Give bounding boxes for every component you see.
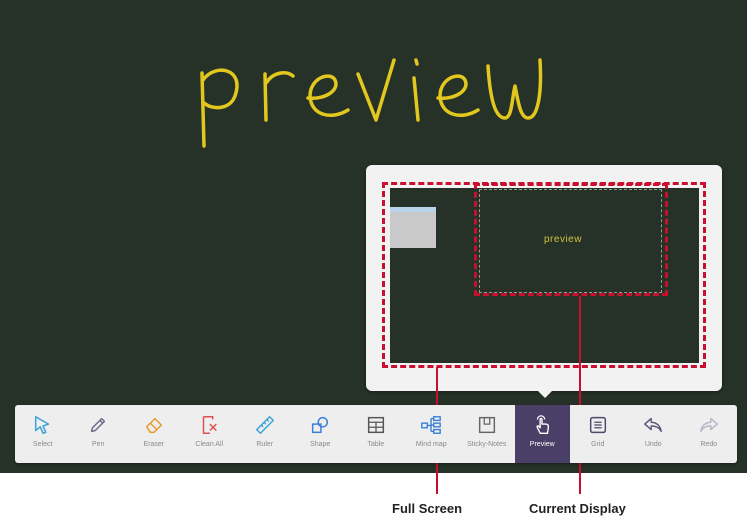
mind-map-icon [421, 416, 442, 434]
tool-label: Redo [700, 441, 718, 448]
pen-icon [91, 417, 106, 433]
tool-label: Grid [591, 441, 605, 448]
tool-label: Select [33, 441, 53, 448]
tool-mind-map[interactable]: Mind map [404, 405, 460, 463]
tool-label: Mind map [415, 441, 447, 448]
tool-redo[interactable]: Redo [681, 405, 737, 463]
eraser-icon [145, 417, 162, 434]
handwriting-strokes [200, 58, 543, 148]
full-screen-label: Full Screen [392, 501, 463, 516]
undo-icon [644, 417, 663, 433]
tool-table[interactable]: Table [348, 405, 404, 463]
tool-grid[interactable]: Grid [570, 405, 626, 463]
tool-label: Ruler [256, 441, 274, 448]
tool-label: Table [367, 441, 385, 448]
table-icon [367, 416, 384, 434]
current-display-label: Current Display [529, 501, 626, 516]
tool-preview[interactable]: Preview [514, 405, 570, 463]
tool-ruler[interactable]: Ruler [237, 405, 293, 463]
tool-pen[interactable]: Pen [71, 405, 127, 463]
current-display-callout-line [579, 296, 581, 494]
tool-label: Undo [644, 441, 662, 448]
tool-label: Pen [92, 441, 105, 448]
tool-eraser[interactable]: Eraser [126, 405, 182, 463]
tool-label: Eraser [143, 441, 165, 448]
tool-sticky-notes[interactable]: Sticky-Notes [459, 405, 515, 463]
current-display-highlight [474, 183, 668, 296]
tool-undo[interactable]: Undo [626, 405, 682, 463]
tool-clear-all[interactable]: Clean All [182, 405, 238, 463]
ruler-icon [255, 416, 274, 434]
toolbar: Select Pen Eraser Clean All Ruler Shape … [15, 405, 737, 463]
touch-hand-icon [536, 415, 550, 434]
shape-icon [312, 416, 329, 434]
tool-label: Clean All [195, 441, 224, 448]
tool-shape[interactable]: Shape [293, 405, 349, 463]
handwritten-text: preview [190, 38, 550, 148]
grid-icon [589, 416, 606, 434]
tool-select[interactable]: Select [15, 405, 71, 463]
cursor-icon [34, 416, 49, 434]
preview-panel-pointer [537, 390, 553, 398]
tool-label: Preview [529, 441, 555, 448]
tool-label: Shape [310, 441, 331, 448]
sticky-note-icon [478, 416, 495, 434]
clear-icon [203, 416, 218, 434]
tool-label: Sticky-Notes [467, 441, 507, 448]
redo-icon [699, 417, 718, 433]
